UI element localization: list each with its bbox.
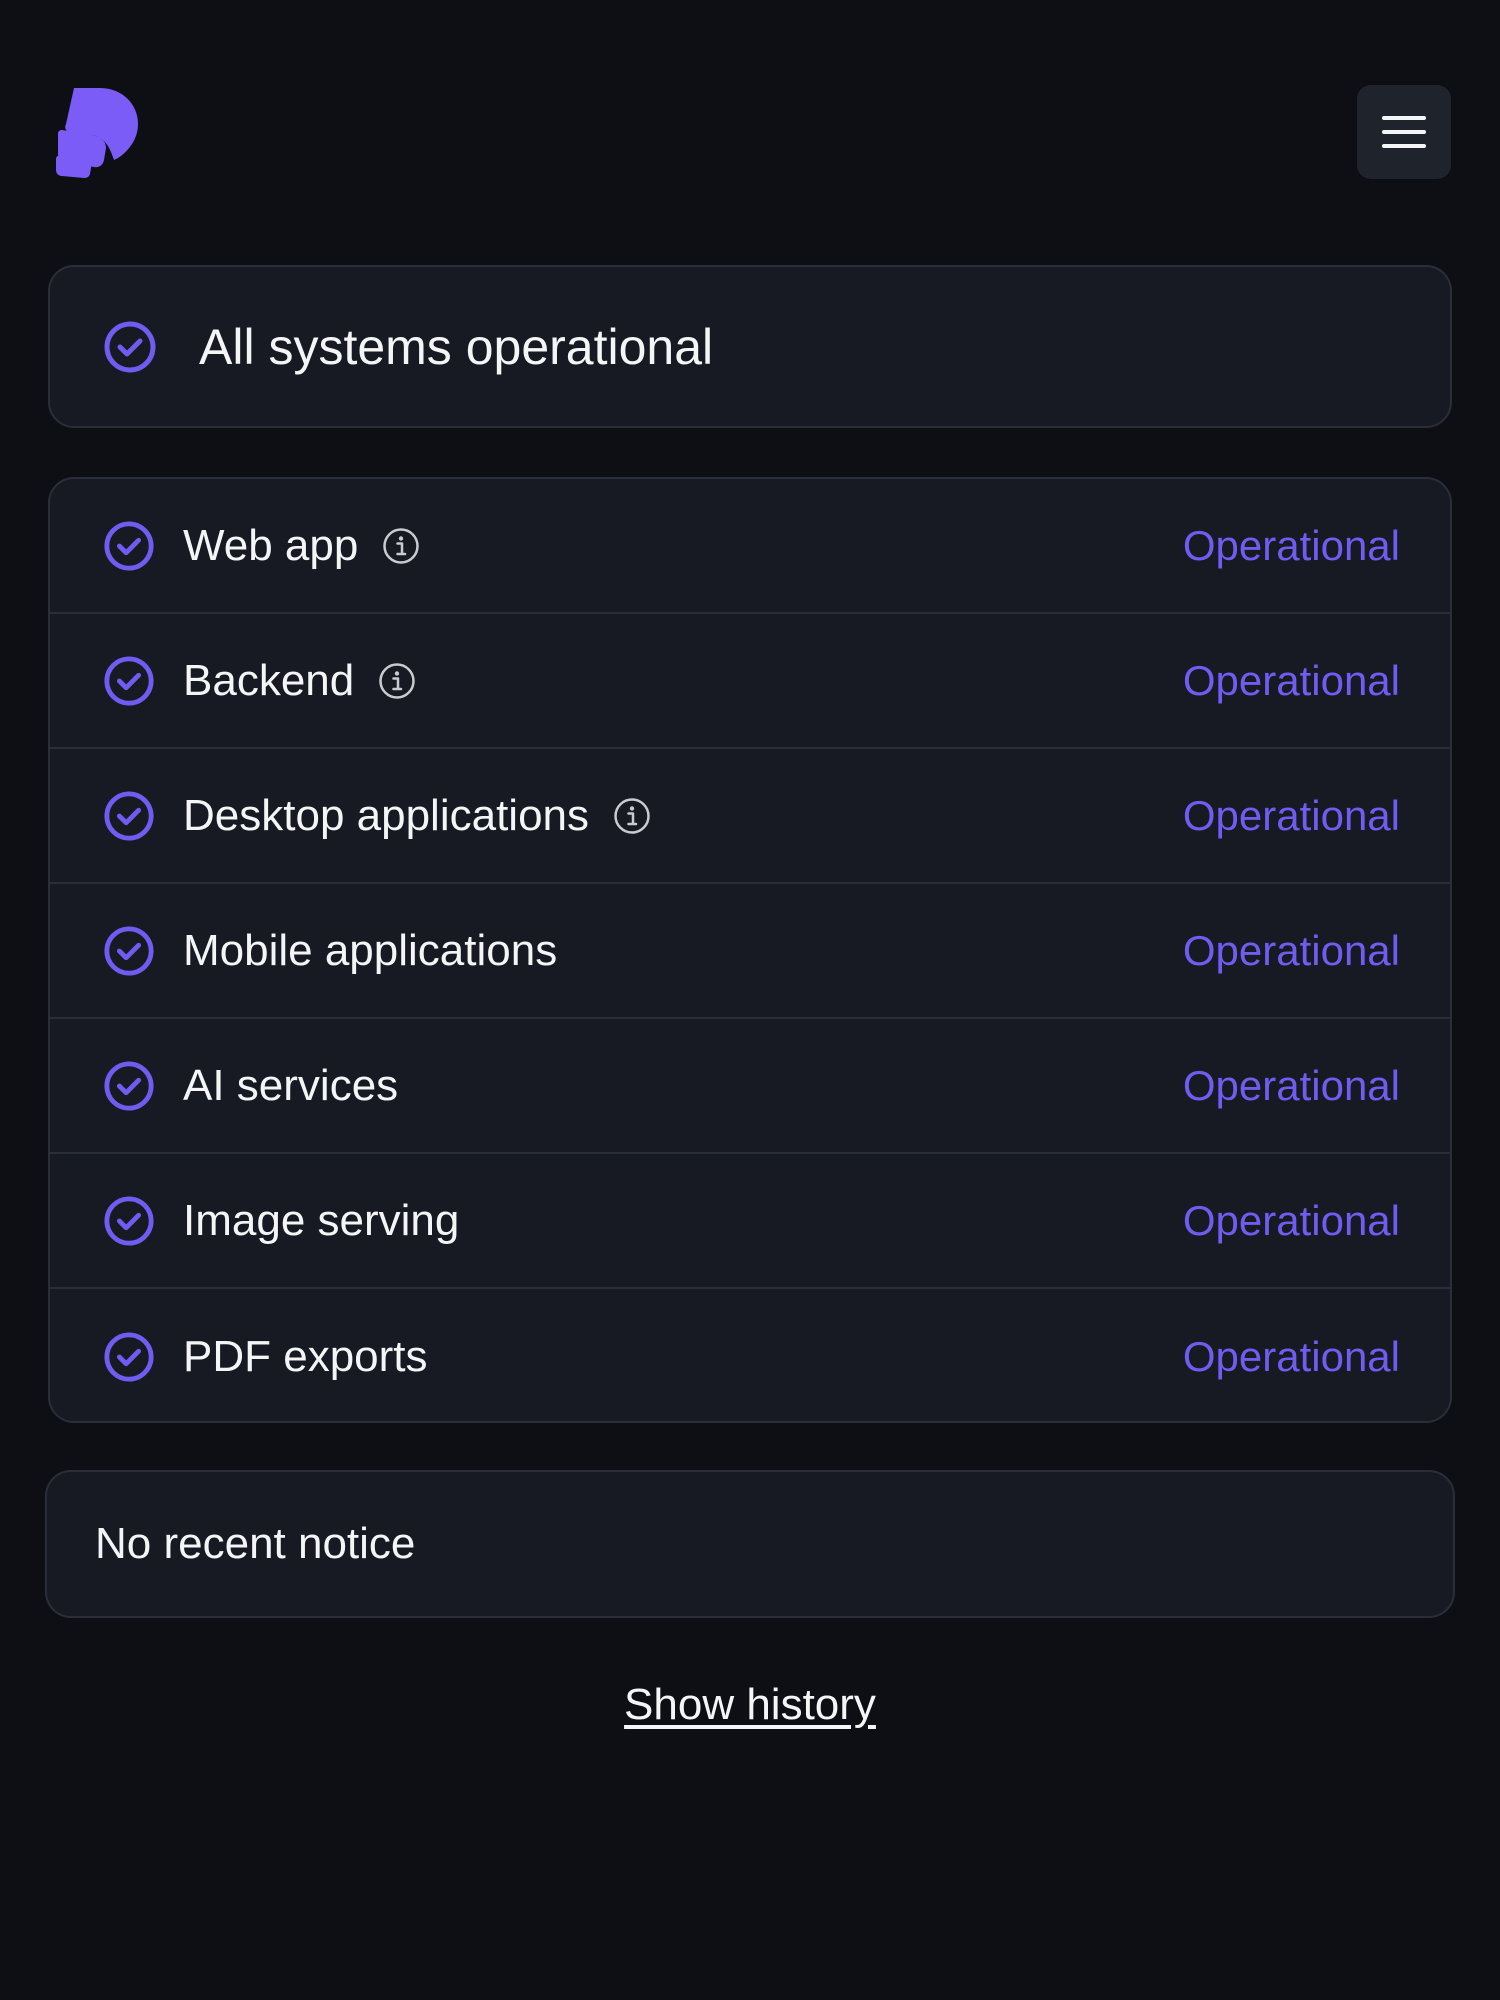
header	[0, 0, 1500, 260]
service-row: Web app Operational	[50, 479, 1450, 614]
check-circle-icon	[104, 655, 154, 706]
service-status: Operational	[1182, 521, 1400, 569]
service-name: PDF exports	[183, 1331, 428, 1381]
service-status: Operational	[1182, 1332, 1400, 1380]
service-row: Mobile applications Operational	[50, 884, 1450, 1019]
check-circle-icon	[104, 925, 154, 976]
notice-card: No recent notice	[45, 1470, 1455, 1618]
show-history-link[interactable]: Show history	[0, 1680, 1500, 1730]
service-status: Operational	[1182, 791, 1400, 839]
service-status: Operational	[1182, 1196, 1400, 1244]
check-circle-icon	[104, 790, 154, 841]
check-circle-icon	[104, 520, 154, 571]
check-circle-icon	[104, 321, 156, 372]
info-icon[interactable]	[613, 797, 651, 835]
service-status: Operational	[1182, 656, 1400, 704]
service-name: AI services	[183, 1060, 399, 1110]
service-status: Operational	[1182, 1061, 1400, 1109]
notice-text: No recent notice	[95, 1519, 416, 1568]
service-row: Image serving Operational	[50, 1154, 1450, 1289]
hamburger-menu-icon	[1382, 116, 1426, 148]
overall-status-title: All systems operational	[199, 318, 714, 375]
info-icon[interactable]	[378, 662, 416, 700]
services-list: Web app Operational Backend Operational Desk…	[48, 477, 1452, 1423]
service-name: Desktop applications	[183, 790, 590, 840]
service-row: Backend Operational	[50, 614, 1450, 749]
service-name: Mobile applications	[183, 925, 558, 975]
check-circle-icon	[104, 1331, 154, 1382]
service-row: AI services Operational	[50, 1019, 1450, 1154]
service-name: Web app	[183, 520, 359, 570]
check-circle-icon	[104, 1060, 154, 1111]
brand-logo-icon[interactable]	[56, 88, 138, 178]
service-name: Backend	[183, 655, 355, 705]
service-row: PDF exports Operational	[50, 1289, 1450, 1421]
check-circle-icon	[104, 1195, 154, 1246]
menu-button[interactable]	[1357, 85, 1451, 179]
service-status: Operational	[1182, 926, 1400, 974]
info-icon[interactable]	[382, 527, 420, 565]
service-name: Image serving	[183, 1195, 460, 1245]
overall-status-card: All systems operational	[48, 265, 1452, 428]
status-page: All systems operational Web app Operation…	[0, 0, 1500, 2000]
service-row: Desktop applications Operational	[50, 749, 1450, 884]
